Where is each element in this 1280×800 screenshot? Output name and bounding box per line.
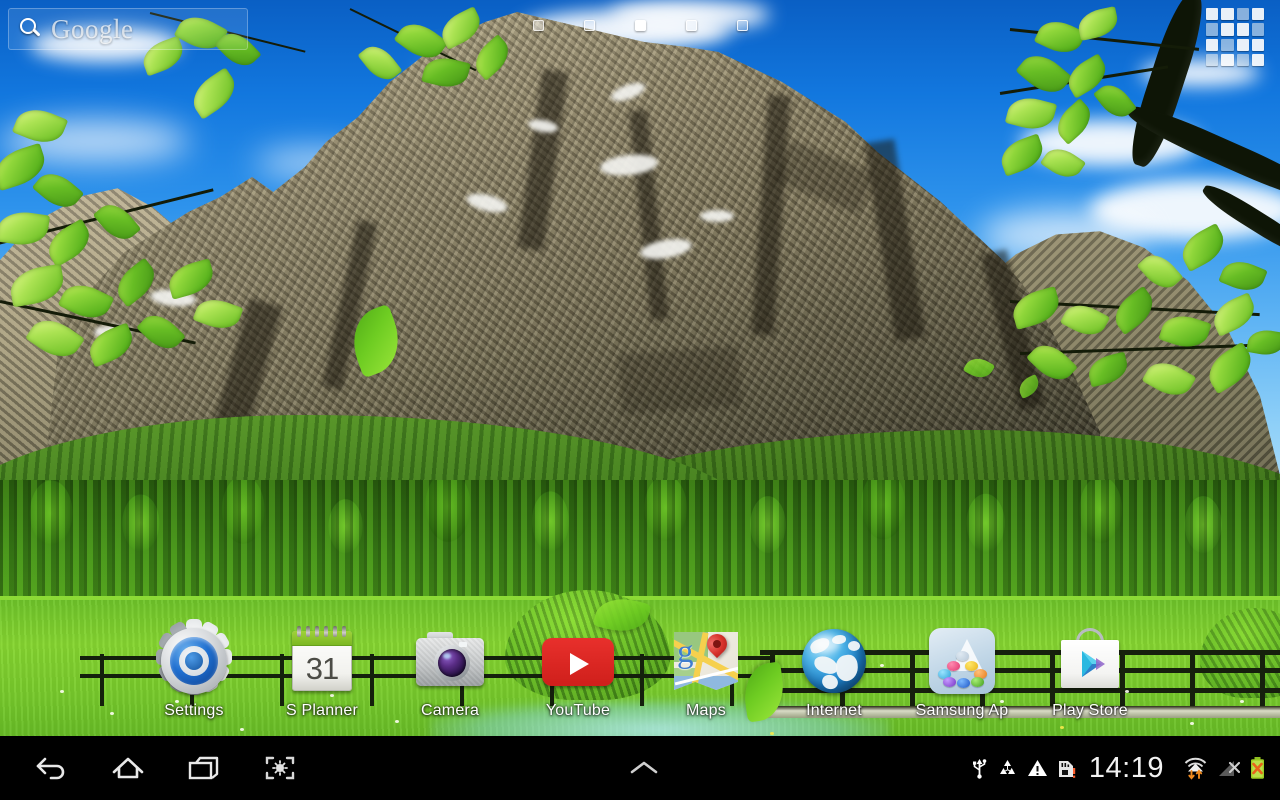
status-area[interactable]: 14:19 xyxy=(971,752,1280,785)
screen-capture-icon[interactable] xyxy=(242,736,318,800)
maps-icon: g xyxy=(669,624,743,698)
google-search-widget[interactable]: Google xyxy=(8,8,248,50)
app-label: Maps xyxy=(686,702,726,719)
app-shortcut-youtube[interactable]: YouTube xyxy=(514,624,642,720)
app-label: Settings xyxy=(164,702,224,719)
usb-icon xyxy=(971,757,988,779)
recent-apps-icon[interactable] xyxy=(166,736,242,800)
app-shortcut-play-store[interactable]: Play Store xyxy=(1026,624,1154,720)
settings-gear-icon xyxy=(156,619,232,698)
app-shortcut-samsung-apps[interactable]: Samsung Ap xyxy=(898,624,1026,720)
page-dot-2[interactable] xyxy=(583,20,595,31)
home-screen-app-row: Settings 31 S Planner Camera YouTube g M… xyxy=(0,619,1280,734)
app-label: Samsung Ap xyxy=(915,702,1009,719)
wifi-transfer-icon xyxy=(1183,757,1208,780)
page-dot-1[interactable] xyxy=(532,20,544,31)
samsung-apps-icon xyxy=(925,624,999,698)
chevron-up-icon[interactable] xyxy=(606,736,682,800)
camera-icon xyxy=(413,624,487,698)
app-shortcut-s-planner[interactable]: 31 S Planner xyxy=(258,624,386,720)
warning-triangle-icon xyxy=(1027,758,1048,778)
page-dot-4[interactable] xyxy=(685,20,697,31)
apps-grid-icon[interactable] xyxy=(1206,8,1264,66)
app-shortcut-camera[interactable]: Camera xyxy=(386,624,514,720)
no-signal-icon xyxy=(1217,758,1240,779)
battery-warning-icon xyxy=(1249,756,1266,780)
calendar-icon: 31 xyxy=(285,624,359,698)
app-label: YouTube xyxy=(545,702,611,719)
navigation-bar: 14:19 xyxy=(0,736,1280,800)
home-icon[interactable] xyxy=(90,736,166,800)
app-label: S Planner xyxy=(285,702,359,719)
app-shortcut-settings[interactable]: Settings xyxy=(130,619,258,720)
status-clock: 14:19 xyxy=(1088,751,1164,784)
app-label: Camera xyxy=(420,702,480,719)
youtube-icon xyxy=(541,624,615,698)
google-brand-label: Google xyxy=(51,13,134,44)
app-shortcut-maps[interactable]: g Maps xyxy=(642,624,770,720)
back-arrow-icon[interactable] xyxy=(14,736,90,800)
app-shortcut-internet[interactable]: Internet xyxy=(770,624,898,720)
page-dot-3[interactable] xyxy=(634,20,646,31)
page-dot-5[interactable] xyxy=(736,20,748,31)
play-store-icon xyxy=(1053,624,1127,698)
sd-card-alert-icon xyxy=(1057,758,1076,779)
maps-g-glyph: g xyxy=(677,634,694,670)
search-magnifier-icon xyxy=(19,17,43,41)
app-label: Internet xyxy=(806,702,862,719)
recycle-icon xyxy=(997,758,1018,779)
globe-icon xyxy=(797,624,871,698)
android-home-screen: Google Settings 31 S Planner Camera YouT… xyxy=(0,0,1280,800)
calendar-day-number: 31 xyxy=(305,650,339,686)
play-triangle-icon xyxy=(1082,651,1105,677)
app-label: Play Store xyxy=(1052,702,1128,719)
